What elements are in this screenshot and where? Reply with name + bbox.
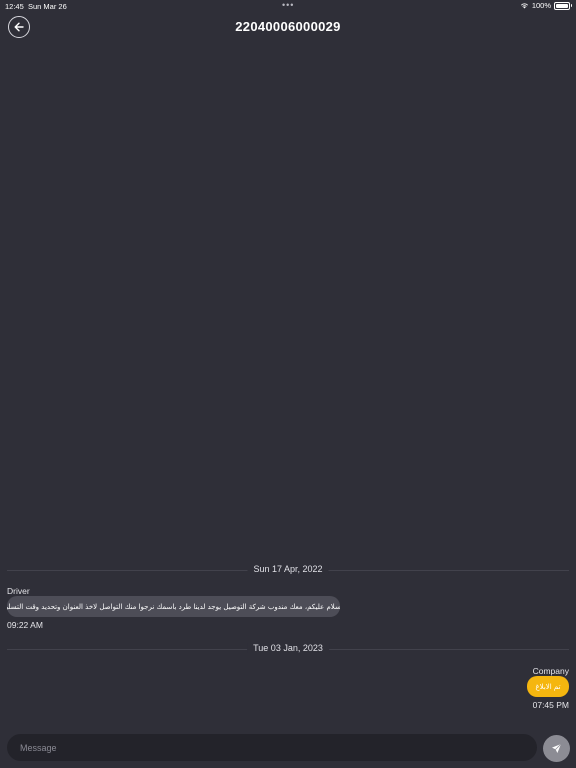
- message-time: 09:22 AM: [7, 620, 43, 630]
- date-separator: Tue 03 Jan, 2023: [7, 643, 569, 655]
- date-separator: Sun 17 Apr, 2022: [7, 564, 569, 576]
- multitask-dots[interactable]: •••: [282, 0, 294, 10]
- wifi-icon: [520, 3, 528, 9]
- battery-percent: 100%: [531, 1, 551, 10]
- status-date: Sun Mar 26: [28, 2, 67, 11]
- date-label: Sun 17 Apr, 2022: [247, 564, 329, 574]
- incoming-message-bubble[interactable]: السلام عليكم، معك مندوب شركة التوصيل يوج…: [7, 596, 340, 617]
- date-label: Tue 03 Jan, 2023: [247, 643, 329, 653]
- message-sender: Driver: [7, 586, 30, 596]
- message-input[interactable]: [20, 742, 500, 753]
- status-time: 12:45: [5, 2, 24, 11]
- send-icon: [552, 743, 562, 753]
- message-composer: [7, 734, 537, 761]
- outgoing-message-bubble[interactable]: تم الابلاغ: [527, 676, 569, 697]
- message-sender: Company: [532, 666, 569, 676]
- send-button[interactable]: [543, 735, 570, 762]
- message-time: 07:45 PM: [532, 700, 569, 710]
- page-title: 22040006000029: [235, 19, 341, 34]
- status-right: 100%: [520, 1, 572, 10]
- status-bar: 12:45 Sun Mar 26 ••• 100%: [0, 0, 576, 12]
- battery-icon: [554, 1, 572, 10]
